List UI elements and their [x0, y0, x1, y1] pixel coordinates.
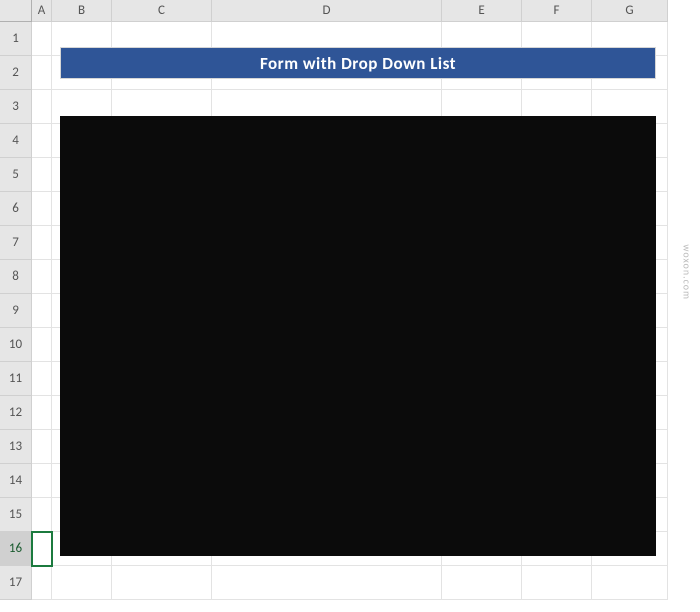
cell-d17[interactable]	[212, 566, 442, 600]
cell-a6[interactable]	[32, 192, 52, 226]
cell-a1[interactable]	[32, 22, 52, 56]
embedded-form-area	[60, 116, 656, 556]
cell-a4[interactable]	[32, 124, 52, 158]
column-header-d[interactable]: D	[212, 0, 442, 22]
row-header-4[interactable]: 4	[0, 124, 32, 158]
row-header-14[interactable]: 14	[0, 464, 32, 498]
watermark-text: woxon.com	[681, 244, 694, 300]
row-header-3[interactable]: 3	[0, 90, 32, 124]
row-header-16[interactable]: 16	[0, 532, 32, 566]
row-header-13[interactable]: 13	[0, 430, 32, 464]
row-header-6[interactable]: 6	[0, 192, 32, 226]
column-header-c[interactable]: C	[112, 0, 212, 22]
row-header-7[interactable]: 7	[0, 226, 32, 260]
cell-a10[interactable]	[32, 328, 52, 362]
row-header-10[interactable]: 10	[0, 328, 32, 362]
column-header-b[interactable]: B	[52, 0, 112, 22]
cell-g17[interactable]	[592, 566, 668, 600]
cell-a3[interactable]	[32, 90, 52, 124]
cell-a2[interactable]	[32, 56, 52, 90]
cell-c17[interactable]	[112, 566, 212, 600]
cell-e17[interactable]	[442, 566, 522, 600]
select-all-corner[interactable]	[0, 0, 32, 22]
title-text: Form with Drop Down List	[260, 53, 456, 74]
cell-b17[interactable]	[52, 566, 112, 600]
row-header-8[interactable]: 8	[0, 260, 32, 294]
column-header-a[interactable]: A	[32, 0, 52, 22]
cell-a14[interactable]	[32, 464, 52, 498]
column-header-e[interactable]: E	[442, 0, 522, 22]
cell-a16[interactable]	[32, 532, 52, 566]
column-header-f[interactable]: F	[522, 0, 592, 22]
row-header-11[interactable]: 11	[0, 362, 32, 396]
cell-a7[interactable]	[32, 226, 52, 260]
cell-f17[interactable]	[522, 566, 592, 600]
cell-a12[interactable]	[32, 396, 52, 430]
row-header-2[interactable]: 2	[0, 56, 32, 90]
row-header-17[interactable]: 17	[0, 566, 32, 600]
row-header-9[interactable]: 9	[0, 294, 32, 328]
cell-a17[interactable]	[32, 566, 52, 600]
row-header-1[interactable]: 1	[0, 22, 32, 56]
title-banner: Form with Drop Down List	[60, 47, 656, 79]
row-header-15[interactable]: 15	[0, 498, 32, 532]
row-header-5[interactable]: 5	[0, 158, 32, 192]
cell-a15[interactable]	[32, 498, 52, 532]
cell-a11[interactable]	[32, 362, 52, 396]
column-header-g[interactable]: G	[592, 0, 668, 22]
cell-a5[interactable]	[32, 158, 52, 192]
row-header-12[interactable]: 12	[0, 396, 32, 430]
cell-a9[interactable]	[32, 294, 52, 328]
cell-a13[interactable]	[32, 430, 52, 464]
cell-a8[interactable]	[32, 260, 52, 294]
